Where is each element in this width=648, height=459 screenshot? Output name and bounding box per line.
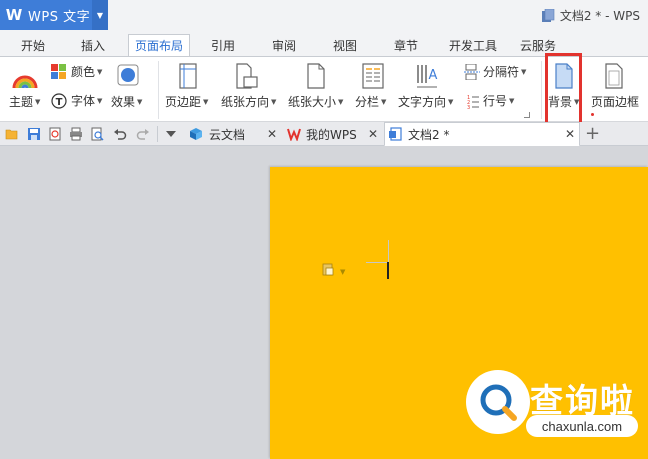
- dropdown-arrow-icon: ▼: [521, 67, 527, 76]
- svg-text:3: 3: [467, 105, 470, 109]
- dropdown-arrow-icon: ▼: [381, 97, 387, 106]
- tab-view[interactable]: 视图: [324, 34, 366, 56]
- new-tab-button[interactable]: +: [585, 123, 600, 144]
- document-tab-bar: 云文档 ✕ 我的WPS ✕ 文档2 * ✕ +: [0, 122, 648, 147]
- wps-logo-icon: W: [5, 6, 23, 24]
- tab-insert[interactable]: 插入: [72, 34, 114, 56]
- tab-page-layout[interactable]: 页面布局: [128, 34, 190, 56]
- dropdown-arrow-icon: ▼: [35, 97, 41, 106]
- ribbon-divider: [158, 61, 159, 119]
- effect-icon[interactable]: [117, 64, 139, 86]
- margin-marker: [366, 262, 388, 263]
- close-icon[interactable]: ✕: [368, 127, 378, 141]
- effect-button[interactable]: 效果 ▼: [111, 93, 142, 110]
- document-icon: [541, 8, 555, 22]
- app-name: WPS 文字: [28, 9, 91, 25]
- margins-icon[interactable]: [178, 63, 198, 89]
- open-folder-icon[interactable]: [5, 127, 19, 141]
- window-title: 文档2 * - WPS: [541, 7, 640, 24]
- tab-list-dropdown-icon[interactable]: [166, 131, 176, 137]
- columns-button[interactable]: 分栏 ▼: [355, 93, 386, 110]
- dropdown-arrow-icon: ▼: [137, 97, 143, 106]
- paste-options-dropdown-icon[interactable]: ▼: [340, 268, 345, 276]
- color-palette-icon: [51, 63, 66, 79]
- text-direction-icon[interactable]: A: [415, 63, 439, 89]
- ribbon-divider: [541, 61, 542, 119]
- dropdown-arrow-icon: ▼: [97, 96, 103, 105]
- paper-size-button[interactable]: 纸张大小 ▼: [288, 93, 343, 110]
- theme-button[interactable]: 主题 ▼: [9, 93, 40, 110]
- menu-bar: 开始 插入 页面布局 引用 审阅 视图 章节 开发工具 云服务: [0, 30, 648, 56]
- undo-icon[interactable]: [113, 127, 127, 141]
- export-pdf-icon[interactable]: [48, 127, 62, 141]
- dropdown-arrow-icon: ▼: [448, 97, 454, 106]
- paper-size-icon[interactable]: [306, 63, 326, 89]
- svg-text:T: T: [56, 97, 63, 108]
- watermark-url: chaxunla.com: [526, 415, 638, 437]
- app-menu-button[interactable]: W WPS 文字 ▼: [0, 0, 108, 30]
- tab-home[interactable]: 开始: [12, 34, 54, 56]
- font-circle-icon: T: [51, 92, 67, 109]
- doc-tab-my-wps[interactable]: 我的WPS ✕: [284, 122, 382, 146]
- close-icon[interactable]: ✕: [267, 127, 277, 141]
- tab-cloud-service[interactable]: 云服务: [514, 34, 562, 56]
- svg-text:A: A: [429, 68, 438, 83]
- dropdown-arrow-icon: ▼: [509, 96, 515, 105]
- background-button[interactable]: 背景 ▼: [548, 93, 579, 110]
- columns-icon[interactable]: [362, 63, 384, 89]
- dropdown-arrow-icon: ▼: [338, 97, 344, 106]
- tab-chapter[interactable]: 章节: [385, 34, 427, 56]
- page-border-button[interactable]: 页面边框: [591, 93, 639, 110]
- close-icon[interactable]: ✕: [565, 127, 575, 141]
- toolbar-divider: [157, 126, 158, 142]
- separator-button[interactable]: 分隔符 ▼: [464, 63, 526, 80]
- page-break-icon: [464, 63, 480, 80]
- window-title-text: 文档2 * - WPS: [559, 9, 640, 23]
- orientation-button[interactable]: 纸张方向 ▼: [221, 93, 276, 110]
- redo-icon[interactable]: [136, 127, 150, 141]
- dropdown-arrow-icon: ▼: [574, 97, 580, 106]
- title-bar: W WPS 文字 ▼ 文档2 * - WPS: [0, 0, 648, 30]
- print-preview-icon[interactable]: [90, 127, 104, 141]
- wps-logo-icon: [287, 128, 301, 141]
- color-button[interactable]: 颜色 ▼: [51, 63, 102, 80]
- cloud-doc-icon: [190, 128, 202, 140]
- text-cursor: [387, 262, 389, 279]
- dropdown-arrow-icon: ▼: [271, 97, 277, 106]
- doc-tab-cloud[interactable]: 云文档 ✕: [186, 122, 282, 146]
- watermark-logo-icon: [466, 370, 530, 434]
- paste-options-icon[interactable]: [322, 263, 334, 276]
- save-icon[interactable]: [27, 127, 41, 141]
- tab-developer[interactable]: 开发工具: [442, 34, 504, 56]
- ribbon-toolbar: 主题 ▼ 颜色 ▼ T 字体 ▼ 效果 ▼ 页边距 ▼ 纸张方向 ▼ 纸张大小 …: [0, 56, 648, 122]
- dropdown-arrow-icon: ▼: [97, 67, 103, 76]
- margin-marker: [388, 240, 389, 262]
- background-icon[interactable]: [554, 63, 574, 89]
- print-icon[interactable]: [69, 127, 83, 141]
- chevron-down-icon[interactable]: ▼: [92, 0, 108, 30]
- page-border-icon[interactable]: [604, 63, 624, 89]
- annotation-dot: [591, 113, 594, 116]
- margins-button[interactable]: 页边距 ▼: [165, 93, 208, 110]
- doc-tab-document2[interactable]: 文档2 * ✕: [384, 122, 580, 147]
- line-number-icon: 1 2 3: [467, 95, 479, 109]
- font-theme-button[interactable]: T 字体 ▼: [51, 92, 102, 109]
- watermark: 查询啦 chaxunla.com: [466, 370, 641, 442]
- tab-references[interactable]: 引用: [202, 34, 244, 56]
- line-number-button[interactable]: 1 2 3 行号 ▼: [464, 92, 514, 109]
- word-doc-icon: [389, 127, 402, 141]
- dropdown-arrow-icon: ▼: [203, 97, 209, 106]
- dialog-launcher-icon[interactable]: [524, 112, 530, 118]
- tab-review[interactable]: 审阅: [263, 34, 305, 56]
- text-direction-button[interactable]: 文字方向 ▼: [398, 93, 453, 110]
- orientation-icon[interactable]: [235, 63, 259, 89]
- theme-icon[interactable]: [12, 66, 38, 90]
